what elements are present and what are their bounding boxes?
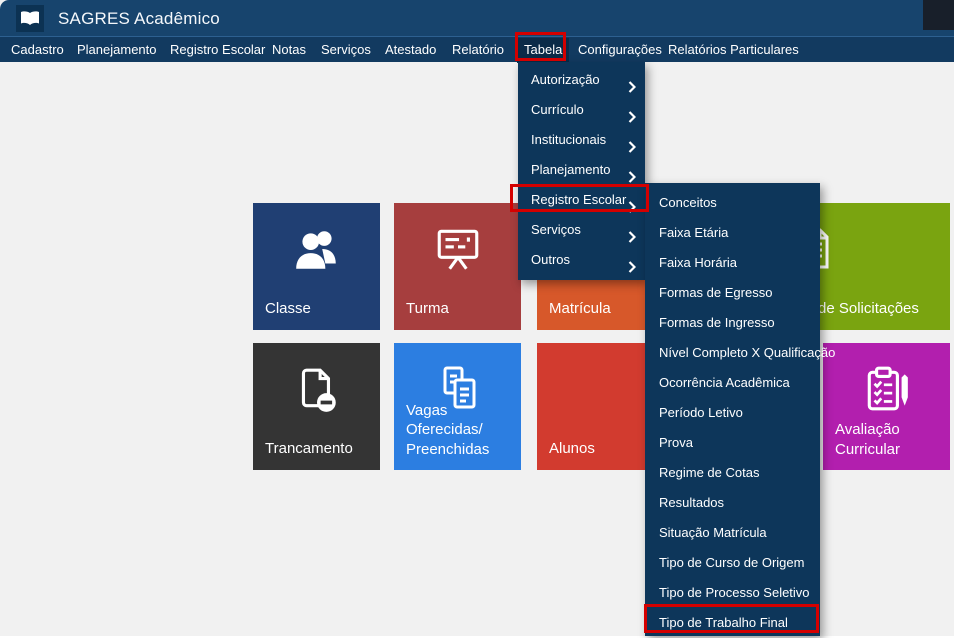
tile-label: Classe bbox=[265, 299, 311, 319]
presentation-board-icon bbox=[433, 225, 483, 280]
app-header: SAGRES Acadêmico bbox=[0, 0, 954, 36]
submenu-item-faixa-horaria[interactable]: Faixa Horária bbox=[645, 248, 820, 278]
submenu-item-tipo-de-trabalho-final[interactable]: Tipo de Trabalho Final bbox=[645, 608, 820, 638]
tile-label: Turma bbox=[406, 299, 449, 319]
submenu-item-tipo-de-processo-seletivo[interactable]: Tipo de Processo Seletivo bbox=[645, 578, 820, 608]
app-title: SAGRES Acadêmico bbox=[58, 0, 220, 36]
submenu-item-ocorrencia-academica[interactable]: Ocorrência Acadêmica bbox=[645, 368, 820, 398]
corner-dark-region bbox=[923, 0, 954, 30]
menu-item-atestado[interactable]: Atestado bbox=[378, 38, 443, 63]
menu-item-planejamento[interactable]: Planejamento bbox=[70, 38, 164, 63]
tile-label: de Solicitações bbox=[818, 299, 919, 319]
submenu-item-conceitos[interactable]: Conceitos bbox=[645, 188, 820, 218]
menu-item-cadastro[interactable]: Cadastro bbox=[4, 38, 71, 63]
submenu-item-formas-de-egresso[interactable]: Formas de Egresso bbox=[645, 278, 820, 308]
menu-item-servicos[interactable]: Serviços bbox=[314, 38, 378, 63]
dropdown-item-curriculo[interactable]: Currículo bbox=[518, 95, 645, 125]
open-book-icon bbox=[16, 5, 44, 32]
menu-item-configuracoes[interactable]: Configurações bbox=[571, 38, 669, 63]
submenu-item-situacao-matricula[interactable]: Situação Matrícula bbox=[645, 518, 820, 548]
tile-turma[interactable]: Turma bbox=[394, 203, 521, 330]
submenu-item-nivel-completo-x-qualificacao[interactable]: Nível Completo X Qualificação bbox=[645, 338, 820, 368]
tile-label: Trancamento bbox=[265, 439, 353, 459]
tile-classe[interactable]: Classe bbox=[253, 203, 380, 330]
people-icon bbox=[292, 225, 342, 280]
submenu-item-periodo-letivo[interactable]: Período Letivo bbox=[645, 398, 820, 428]
dropdown-item-servicos[interactable]: Serviços bbox=[518, 215, 645, 245]
tile-label: Alunos bbox=[549, 439, 595, 459]
tile-label: Matrícula bbox=[549, 299, 611, 319]
menu-item-registro-escolar[interactable]: Registro Escolar bbox=[163, 38, 272, 63]
clipboard-pen-icon bbox=[862, 365, 912, 420]
dropdown-item-institucionais[interactable]: Institucionais bbox=[518, 125, 645, 155]
registro-escolar-submenu: Conceitos Faixa Etária Faixa Horária For… bbox=[645, 183, 820, 636]
submenu-item-regime-de-cotas[interactable]: Regime de Cotas bbox=[645, 458, 820, 488]
document-minus-icon bbox=[292, 365, 342, 420]
dropdown-item-outros[interactable]: Outros bbox=[518, 245, 645, 275]
menu-item-tabela[interactable]: Tabela bbox=[517, 38, 569, 63]
submenu-item-formas-de-ingresso[interactable]: Formas de Ingresso bbox=[645, 308, 820, 338]
tabela-dropdown-menu: Autorização Currículo Institucionais Pla… bbox=[518, 62, 645, 280]
menu-item-relatorios-particulares[interactable]: Relatórios Particulares bbox=[661, 38, 806, 63]
submenu-item-resultados[interactable]: Resultados bbox=[645, 488, 820, 518]
tile-trancamento[interactable]: Trancamento bbox=[253, 343, 380, 470]
tile-label: Vagas Oferecidas/ Preenchidas bbox=[406, 401, 521, 460]
menu-item-relatorio[interactable]: Relatório bbox=[445, 38, 511, 63]
tile-label: Avaliação Curricular bbox=[835, 420, 900, 459]
tile-avaliacao[interactable]: Avaliação Curricular bbox=[823, 343, 950, 470]
submenu-item-faixa-etaria[interactable]: Faixa Etária bbox=[645, 218, 820, 248]
dropdown-item-registro-escolar[interactable]: Registro Escolar bbox=[518, 185, 645, 215]
menu-item-notas[interactable]: Notas bbox=[265, 38, 313, 63]
main-menubar: Cadastro Planejamento Registro Escolar N… bbox=[0, 36, 954, 62]
dropdown-item-planejamento[interactable]: Planejamento bbox=[518, 155, 645, 185]
submenu-item-prova[interactable]: Prova bbox=[645, 428, 820, 458]
dropdown-item-autorizacao[interactable]: Autorização bbox=[518, 65, 645, 95]
submenu-item-tipo-de-curso-de-origem[interactable]: Tipo de Curso de Origem bbox=[645, 548, 820, 578]
chevron-right-icon bbox=[628, 254, 636, 284]
tile-vagas[interactable]: Vagas Oferecidas/ Preenchidas bbox=[394, 343, 521, 470]
